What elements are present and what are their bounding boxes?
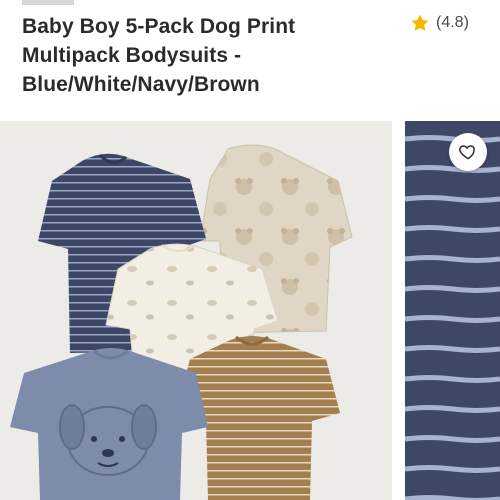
favorite-button[interactable]: [449, 133, 487, 171]
product-title: Baby Boy 5-Pack Dog Print Multipack Body…: [22, 15, 296, 96]
star-icon: [410, 13, 430, 33]
heart-outline-icon: [458, 142, 478, 162]
top-bar-remnant: [22, 0, 74, 5]
main-product-image[interactable]: [0, 121, 392, 500]
image-gallery[interactable]: [0, 121, 500, 500]
rating-value: (4.8): [436, 14, 469, 31]
product-rating[interactable]: (4.8): [410, 13, 469, 33]
blue-dog-face-bodysuit: [10, 348, 208, 500]
thumbnail-image-navy-stripe[interactable]: [405, 121, 500, 500]
